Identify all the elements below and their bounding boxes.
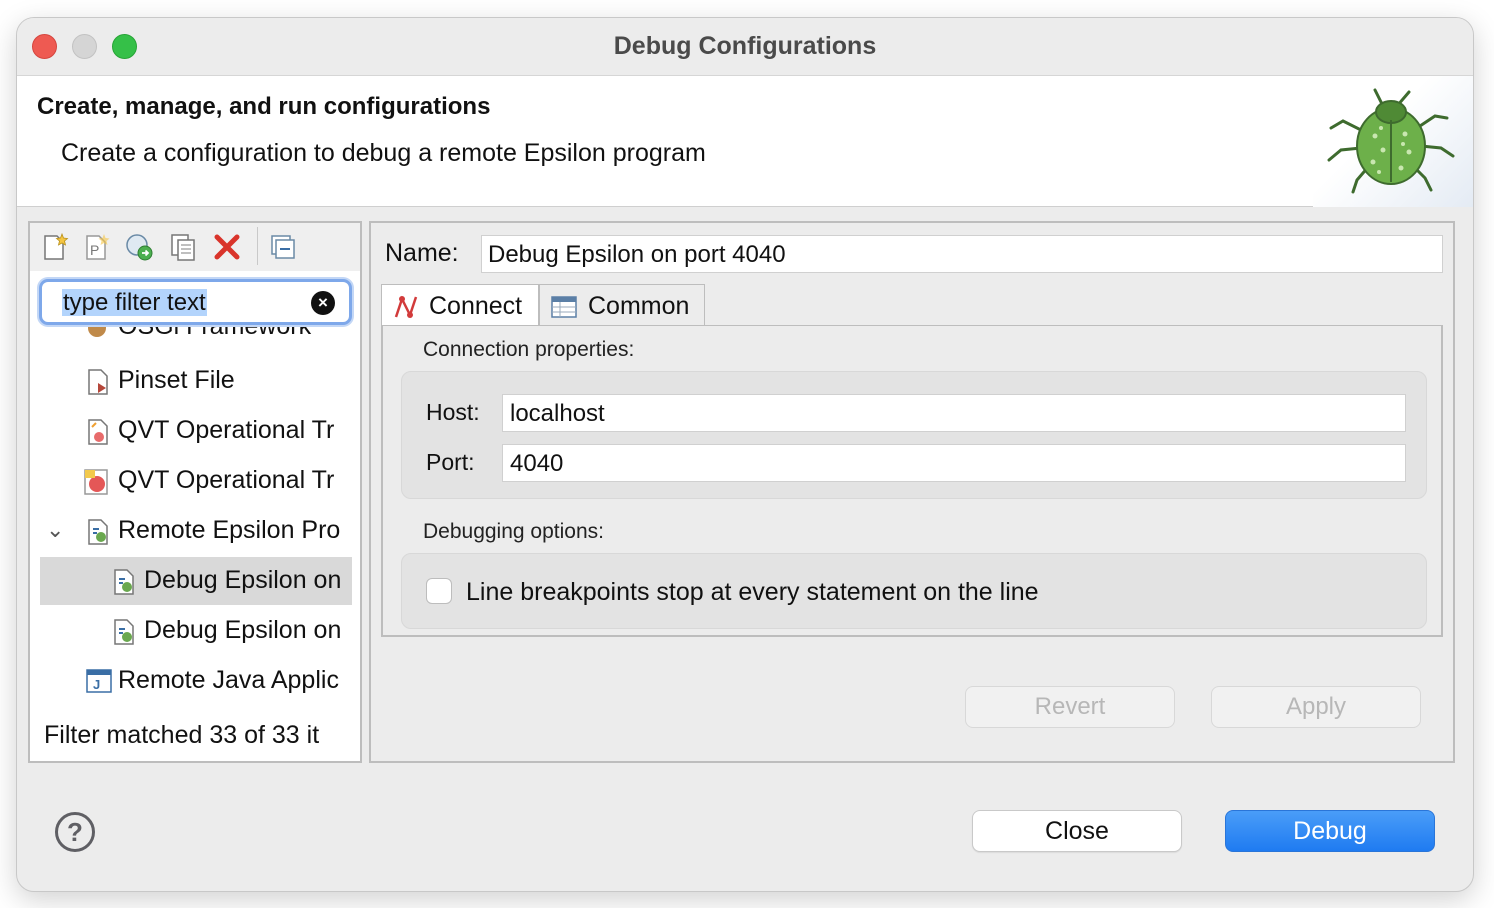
configuration-list-pane: P type filter text × OSGi Framework — [28, 221, 362, 763]
duplicate-icon[interactable] — [168, 232, 198, 262]
tree-item[interactable]: J Remote Java Applic — [30, 657, 352, 705]
tree-item[interactable]: QVT Operational Tr — [30, 457, 352, 505]
connect-tab-content: Connection properties: Host: localhost P… — [381, 325, 1443, 637]
tree-item[interactable]: ⌄ Remote Epsilon Pro — [30, 507, 352, 555]
port-label: Port: — [426, 449, 475, 475]
epsilon-icon — [110, 617, 140, 647]
svg-text:P: P — [90, 242, 99, 258]
configuration-toolbar: P — [30, 223, 360, 271]
port-field[interactable]: 4040 — [502, 444, 1406, 482]
tree-item[interactable]: Debug Epsilon on — [30, 607, 352, 655]
new-prototype-icon[interactable]: P — [82, 232, 112, 262]
help-icon[interactable]: ? — [55, 812, 95, 852]
epsilon-icon — [84, 517, 114, 547]
bug-icon — [1313, 76, 1473, 207]
tab-common[interactable]: Common — [539, 284, 705, 326]
dialog-header: Create, manage, and run configurations C… — [17, 76, 1473, 207]
configuration-editor-pane: Name: Debug Epsilon on port 4040 Connect… — [369, 221, 1455, 763]
debugging-group: Line breakpoints stop at every statement… — [401, 553, 1427, 629]
qvt-icon — [84, 417, 114, 447]
close-button[interactable]: Close — [972, 810, 1182, 852]
connect-icon — [392, 293, 420, 321]
java-icon: J — [84, 667, 114, 697]
export-icon[interactable] — [124, 232, 154, 262]
revert-button[interactable]: Revert — [965, 686, 1175, 728]
collapse-all-icon[interactable] — [268, 232, 298, 262]
line-breakpoints-label[interactable]: Line breakpoints stop at every statement… — [466, 578, 1039, 607]
debug-configurations-dialog: Debug Configurations Create, manage, and… — [16, 17, 1474, 892]
clear-filter-icon[interactable]: × — [311, 291, 335, 315]
file-icon — [84, 367, 114, 397]
svg-text:J: J — [93, 677, 100, 692]
toolbar-separator — [257, 227, 258, 265]
delete-icon[interactable] — [212, 232, 242, 262]
debug-button[interactable]: Debug — [1225, 810, 1435, 852]
title-bar: Debug Configurations — [17, 18, 1473, 76]
header-title: Create, manage, and run configurations — [37, 93, 491, 120]
name-label: Name: — [385, 239, 459, 267]
tree-item[interactable]: Pinset File — [30, 357, 352, 405]
tree-item[interactable]: QVT Operational Tr — [30, 407, 352, 455]
host-label: Host: — [426, 399, 480, 425]
header-message: Create a configuration to debug a remote… — [61, 139, 706, 167]
chevron-down-icon[interactable]: ⌄ — [46, 517, 64, 543]
name-field[interactable]: Debug Epsilon on port 4040 — [481, 235, 1443, 273]
filter-input[interactable]: type filter text × — [39, 279, 352, 325]
osgi-icon — [82, 327, 112, 343]
debugging-section-label: Debugging options: — [423, 520, 604, 543]
tab-connect[interactable]: Connect — [381, 284, 539, 326]
new-configuration-icon[interactable] — [40, 232, 70, 262]
connection-section-label: Connection properties: — [423, 338, 635, 361]
epsilon-icon — [110, 567, 140, 597]
filter-placeholder: type filter text — [62, 289, 207, 316]
tree-item[interactable]: OSGi Framework — [30, 327, 352, 351]
window-title: Debug Configurations — [613, 32, 877, 60]
filter-status: Filter matched 33 of 33 it — [44, 721, 320, 749]
host-field[interactable]: localhost — [502, 394, 1406, 432]
connection-group: Host: localhost Port: 4040 — [401, 371, 1427, 499]
line-breakpoints-checkbox[interactable] — [426, 578, 452, 604]
tree-item-selected[interactable]: Debug Epsilon on — [40, 557, 352, 605]
configuration-tree: OSGi Framework Pinset File QVT Operation… — [30, 327, 360, 717]
qvt-icon — [82, 467, 112, 497]
common-icon — [550, 293, 578, 321]
apply-button[interactable]: Apply — [1211, 686, 1421, 728]
